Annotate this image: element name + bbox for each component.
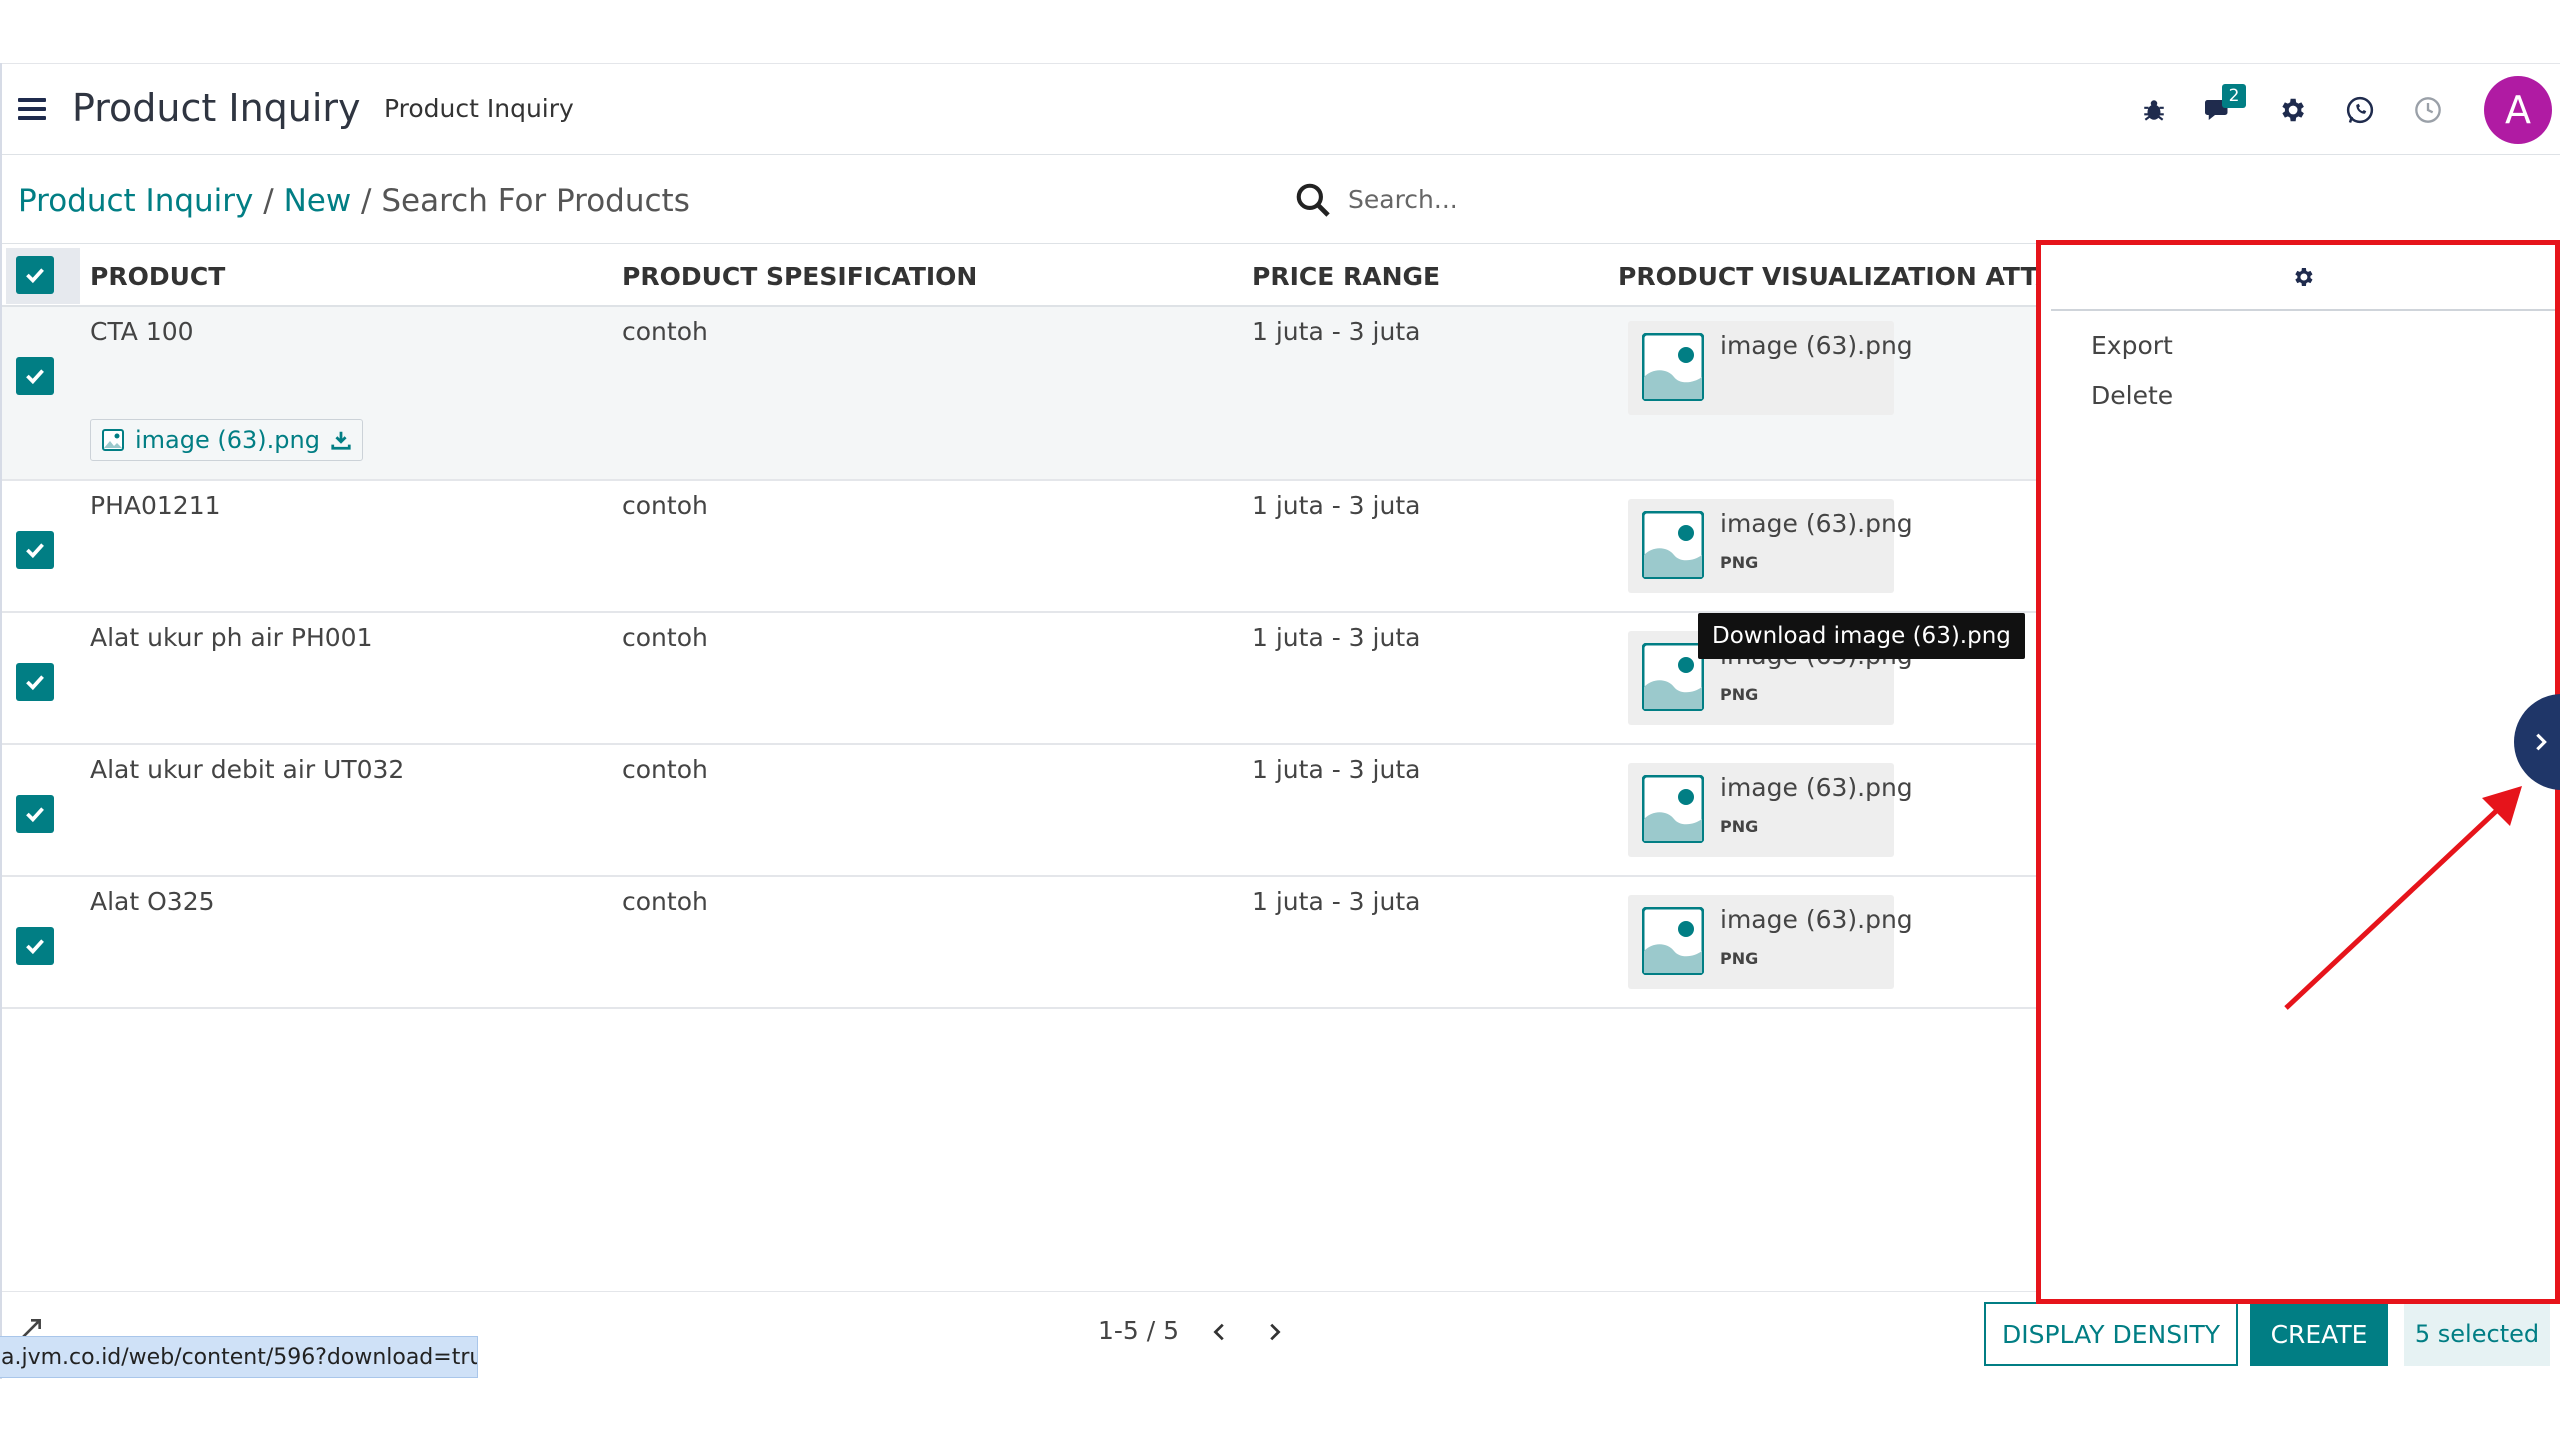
checkbox-icon (26, 369, 44, 385)
bug-icon[interactable] (2136, 92, 2172, 128)
table-row[interactable]: PHA01211 contoh 1 juta - 3 juta image (6… (2, 481, 2036, 613)
cell-product: Alat ukur ph air PH001 (90, 623, 373, 652)
display-density-button[interactable]: DISPLAY DENSITY (1984, 1302, 2238, 1366)
attachment-name: image (63).png (1720, 509, 1913, 538)
row-checkbox[interactable] (16, 663, 54, 701)
cell-price-range: 1 juta - 3 juta (1252, 887, 1421, 916)
row-checkbox[interactable] (16, 795, 54, 833)
image-file-icon (102, 429, 124, 451)
cell-product: Alat ukur debit air UT032 (90, 755, 405, 784)
gear-icon[interactable] (2274, 92, 2310, 128)
cell-product: CTA 100 (90, 317, 194, 346)
attachment-extension: PNG (1720, 949, 1759, 968)
table-row[interactable]: Alat O325 contoh 1 juta - 3 juta image (… (2, 877, 2036, 1009)
table-row[interactable]: Alat ukur debit air UT032 contoh 1 juta … (2, 745, 2036, 877)
breadcrumb-product-inquiry[interactable]: Product Inquiry (18, 183, 253, 219)
menu-icon[interactable] (18, 98, 46, 122)
breadcrumb-current: Search For Products (381, 183, 690, 219)
top-navbar: Product Inquiry Product Inquiry 2 A (2, 63, 2560, 155)
product-list-table: PRODUCT PRODUCT SPESIFICATION PRICE RANG… (2, 243, 2036, 1083)
action-delete[interactable]: Delete (2091, 381, 2173, 410)
chevron-right-icon (1270, 1323, 1281, 1341)
column-header-product[interactable]: PRODUCT (90, 262, 225, 291)
row-checkbox[interactable] (16, 531, 54, 569)
search-input[interactable] (1348, 173, 1868, 225)
attachment-name: image (63).png (1720, 773, 1913, 802)
actions-panel-header[interactable] (2051, 245, 2555, 311)
breadcrumb-separator: / (361, 183, 372, 219)
checkbox-icon (26, 807, 44, 823)
select-all-checkbox[interactable] (16, 256, 54, 294)
attachment-name: image (63).png (1720, 331, 1913, 360)
attachment-extension: PNG (1720, 553, 1759, 572)
cell-price-range: 1 juta - 3 juta (1252, 317, 1421, 346)
image-file-icon (1642, 907, 1704, 975)
cell-price-range: 1 juta - 3 juta (1252, 491, 1421, 520)
image-file-icon (1642, 643, 1704, 711)
selected-count-badge: 5 selected (2404, 1302, 2550, 1366)
attachment-name: image (63).png (1720, 905, 1913, 934)
attachment-card[interactable]: image (63).png (1628, 321, 1913, 415)
cell-specification: contoh (622, 317, 708, 346)
user-avatar[interactable]: A (2484, 76, 2552, 144)
checkbox-icon (26, 939, 44, 955)
annotation-arrow (2284, 786, 2522, 1010)
download-tooltip: Download image (63).png (1698, 613, 2025, 659)
breadcrumb-separator: / (263, 183, 274, 219)
attachment-extension: PNG (1720, 817, 1759, 836)
image-file-icon (1642, 333, 1704, 401)
gear-icon[interactable] (2291, 265, 2315, 289)
chat-icon[interactable]: 2 (2202, 84, 2246, 128)
status-bar-url: a.jvm.co.id/web/content/596?download=tru… (0, 1336, 478, 1378)
cell-product: Alat O325 (90, 887, 215, 916)
clock-icon[interactable] (2410, 92, 2446, 128)
app-title: Product Inquiry (72, 86, 361, 130)
attachment-card[interactable]: image (63).png PNG (1628, 895, 1913, 989)
search-icon[interactable] (1294, 181, 1332, 219)
row-checkbox[interactable] (16, 927, 54, 965)
actions-panel: Export Delete (2036, 240, 2560, 1304)
checkbox-icon (26, 268, 44, 284)
table-header: PRODUCT PRODUCT SPESIFICATION PRICE RANG… (2, 243, 2036, 307)
column-header-visualization-attachment[interactable]: PRODUCT VISUALIZATION ATTACHMENT (1618, 262, 2036, 291)
cell-price-range: 1 juta - 3 juta (1252, 623, 1421, 652)
chevron-right-icon (2536, 733, 2547, 751)
whatsapp-icon[interactable] (2342, 92, 2378, 128)
inline-attachment-name: image (63).png (135, 426, 320, 454)
download-icon[interactable] (330, 429, 352, 451)
cell-specification: contoh (622, 491, 708, 520)
checkbox-icon (26, 675, 44, 691)
cell-product: PHA01211 (90, 491, 221, 520)
create-button[interactable]: CREATE (2250, 1302, 2388, 1366)
row-checkbox[interactable] (16, 357, 54, 395)
action-export[interactable]: Export (2091, 331, 2173, 360)
breadcrumb: Product Inquiry / New / Search For Produ… (18, 183, 690, 219)
image-file-icon (1642, 775, 1704, 843)
attachment-card[interactable]: image (63).png PNG (1628, 763, 1913, 857)
attachment-card[interactable]: image (63).png PNG (1628, 499, 1913, 593)
table-row[interactable]: CTA 100 contoh 1 juta - 3 juta image (63… (2, 307, 2036, 481)
image-file-icon (1642, 511, 1704, 579)
cell-specification: contoh (622, 755, 708, 784)
menu-item-product-inquiry[interactable]: Product Inquiry (384, 94, 574, 123)
cell-specification: contoh (622, 623, 708, 652)
column-header-specification[interactable]: PRODUCT SPESIFICATION (622, 262, 977, 291)
cell-specification: contoh (622, 887, 708, 916)
pager-previous-button[interactable] (1200, 1312, 1240, 1352)
chevron-left-icon (1213, 1323, 1224, 1341)
messages-count-badge: 2 (2222, 84, 2246, 108)
column-header-price-range[interactable]: PRICE RANGE (1252, 262, 1440, 291)
cell-price-range: 1 juta - 3 juta (1252, 755, 1421, 784)
attachment-extension: PNG (1720, 685, 1759, 704)
pager-next-button[interactable] (1254, 1312, 1294, 1352)
pager-value[interactable]: 1-5 / 5 (1098, 1316, 1179, 1345)
inline-attachment-link[interactable]: image (63).png (90, 419, 363, 461)
breadcrumb-new[interactable]: New (284, 183, 352, 219)
checkbox-icon (26, 543, 44, 559)
